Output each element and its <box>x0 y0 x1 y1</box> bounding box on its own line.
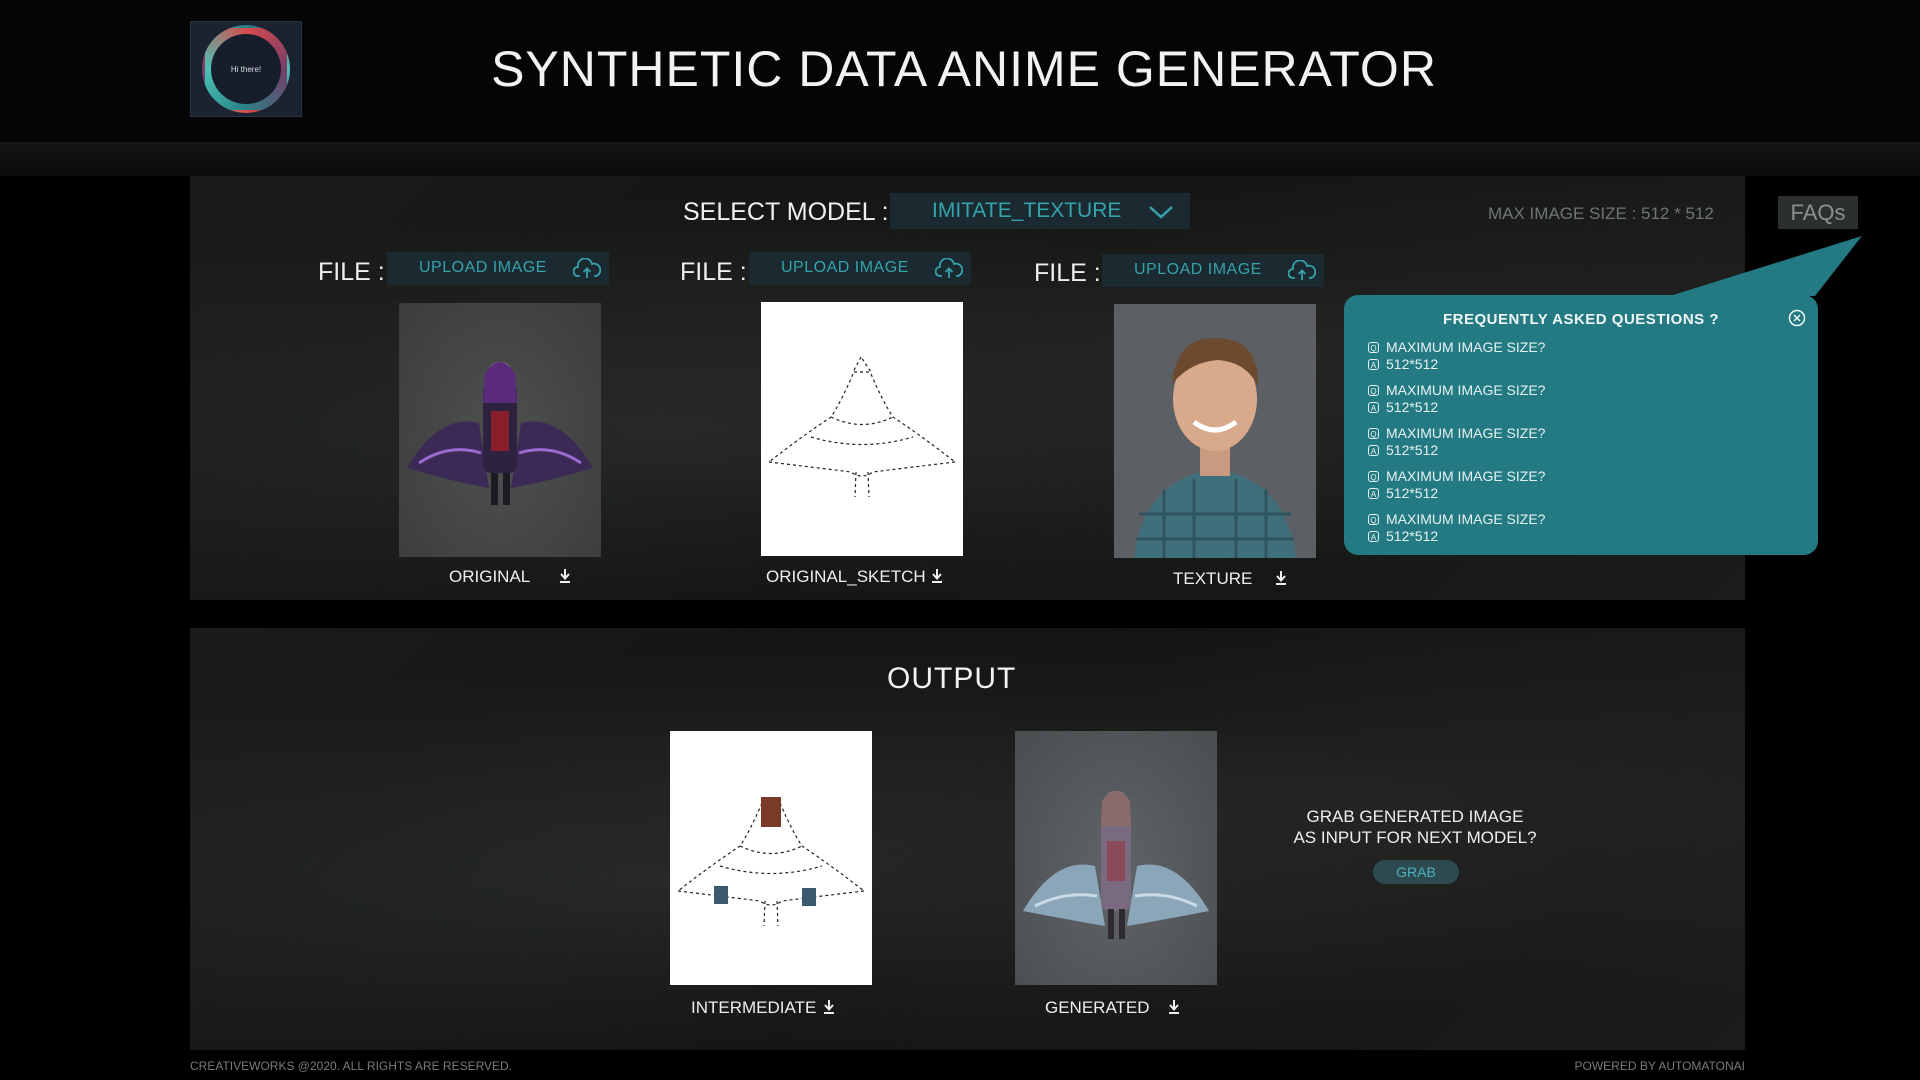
footer-powered-by: POWERED BY AUTOMATONAI <box>1574 1059 1745 1073</box>
file-label-sketch: FILE : <box>680 258 747 286</box>
download-icon[interactable] <box>822 999 836 1015</box>
app-title: SYNTHETIC DATA ANIME GENERATOR <box>491 41 1437 97</box>
header: Hi there! SYNTHETIC DATA ANIME GENERATOR <box>0 0 1920 142</box>
faq-item: Q MAXIMUM IMAGE SIZE? A 512*512 <box>1368 382 1545 416</box>
anime-figure-image <box>407 362 593 505</box>
file-label-original: FILE : <box>318 258 385 286</box>
cloud-upload-icon <box>935 258 963 278</box>
answer-icon: A <box>1368 488 1379 499</box>
download-icon[interactable] <box>1167 999 1181 1015</box>
upload-button-texture[interactable]: UPLOAD IMAGE <box>1102 254 1324 287</box>
sketch-image <box>761 302 963 556</box>
caption-original: ORIGINAL <box>449 567 531 586</box>
cloud-upload-icon <box>1288 260 1316 280</box>
caption-texture: TEXTURE <box>1173 569 1253 588</box>
question-icon: Q <box>1368 342 1379 353</box>
faq-answer: 512*512 <box>1386 356 1439 372</box>
logo-ring: Hi there! <box>202 25 290 113</box>
grab-prompt: GRAB GENERATED IMAGE AS INPUT FOR NEXT M… <box>1290 806 1540 848</box>
upload-label: UPLOAD IMAGE <box>1134 261 1262 278</box>
download-icon[interactable] <box>558 568 572 584</box>
faq-question: MAXIMUM IMAGE SIZE? <box>1386 382 1546 398</box>
logo[interactable]: Hi there! <box>190 21 302 117</box>
grab-prompt-line2: AS INPUT FOR NEXT MODEL? <box>1293 828 1537 847</box>
answer-icon: A <box>1368 531 1379 542</box>
question-icon: Q <box>1368 514 1379 525</box>
faq-answer: 512*512 <box>1386 399 1439 415</box>
upload-label: UPLOAD IMAGE <box>419 259 547 276</box>
faq-item: Q MAXIMUM IMAGE SIZE? A 512*512 <box>1368 425 1545 459</box>
faq-item: Q MAXIMUM IMAGE SIZE? A 512*512 <box>1368 339 1545 373</box>
caption-generated: GENERATED <box>1045 998 1150 1017</box>
portrait-photo <box>1114 304 1316 558</box>
answer-icon: A <box>1368 445 1379 456</box>
generated-figure <box>1023 791 1209 939</box>
logo-text: Hi there! <box>211 34 281 104</box>
grab-prompt-line1: GRAB GENERATED IMAGE <box>1306 807 1524 826</box>
model-select[interactable]: IMITATE_TEXTURE <box>890 193 1190 229</box>
chevron-down-icon <box>1149 206 1173 219</box>
faq-title: FREQUENTLY ASKED QUESTIONS ? <box>1443 311 1719 328</box>
sketch-drawing <box>768 355 956 498</box>
faq-answer: 512*512 <box>1386 442 1439 458</box>
faq-question: MAXIMUM IMAGE SIZE? <box>1386 339 1546 355</box>
cloud-upload-icon <box>573 258 601 278</box>
close-icon[interactable] <box>1788 309 1806 327</box>
faq-question: MAXIMUM IMAGE SIZE? <box>1386 425 1546 441</box>
original-image <box>399 303 601 557</box>
file-label-texture: FILE : <box>1034 259 1101 287</box>
question-icon: Q <box>1368 428 1379 439</box>
faq-question: MAXIMUM IMAGE SIZE? <box>1386 468 1546 484</box>
header-band <box>0 142 1920 176</box>
download-icon[interactable] <box>1274 570 1288 586</box>
upload-button-sketch[interactable]: UPLOAD IMAGE <box>749 252 971 285</box>
caption-sketch: ORIGINAL_SKETCH <box>766 567 926 586</box>
faq-question: MAXIMUM IMAGE SIZE? <box>1386 511 1546 527</box>
faq-answer: 512*512 <box>1386 485 1439 501</box>
intermediate-drawing <box>677 797 865 927</box>
faq-popup: FREQUENTLY ASKED QUESTIONS ? Q MAXIMUM IM… <box>1344 295 1818 555</box>
generated-image <box>1015 731 1217 985</box>
max-image-size: MAX IMAGE SIZE : 512 * 512 <box>1488 204 1714 223</box>
faq-item: Q MAXIMUM IMAGE SIZE? A 512*512 <box>1368 511 1545 545</box>
answer-icon: A <box>1368 359 1379 370</box>
download-icon[interactable] <box>930 568 944 584</box>
faq-item: Q MAXIMUM IMAGE SIZE? A 512*512 <box>1368 468 1545 502</box>
grab-button[interactable]: GRAB <box>1373 860 1459 884</box>
footer-copyright: CREATIVEWORKS @2020. ALL RIGHTS ARE RESE… <box>190 1059 513 1073</box>
model-select-value: IMITATE_TEXTURE <box>932 199 1122 222</box>
faq-list: Q MAXIMUM IMAGE SIZE? A 512*512 Q MAXIMUM I… <box>1368 339 1545 554</box>
select-model-label: SELECT MODEL : <box>683 198 889 226</box>
question-icon: Q <box>1368 471 1379 482</box>
faq-button[interactable]: FAQs <box>1778 196 1858 229</box>
upload-label: UPLOAD IMAGE <box>781 259 909 276</box>
intermediate-image <box>670 731 872 985</box>
caption-intermediate: INTERMEDIATE <box>691 998 817 1017</box>
output-title: OUTPUT <box>887 662 1017 695</box>
answer-icon: A <box>1368 402 1379 413</box>
faq-answer: 512*512 <box>1386 528 1439 544</box>
upload-button-original[interactable]: UPLOAD IMAGE <box>387 252 609 285</box>
question-icon: Q <box>1368 385 1379 396</box>
texture-image <box>1114 304 1316 558</box>
